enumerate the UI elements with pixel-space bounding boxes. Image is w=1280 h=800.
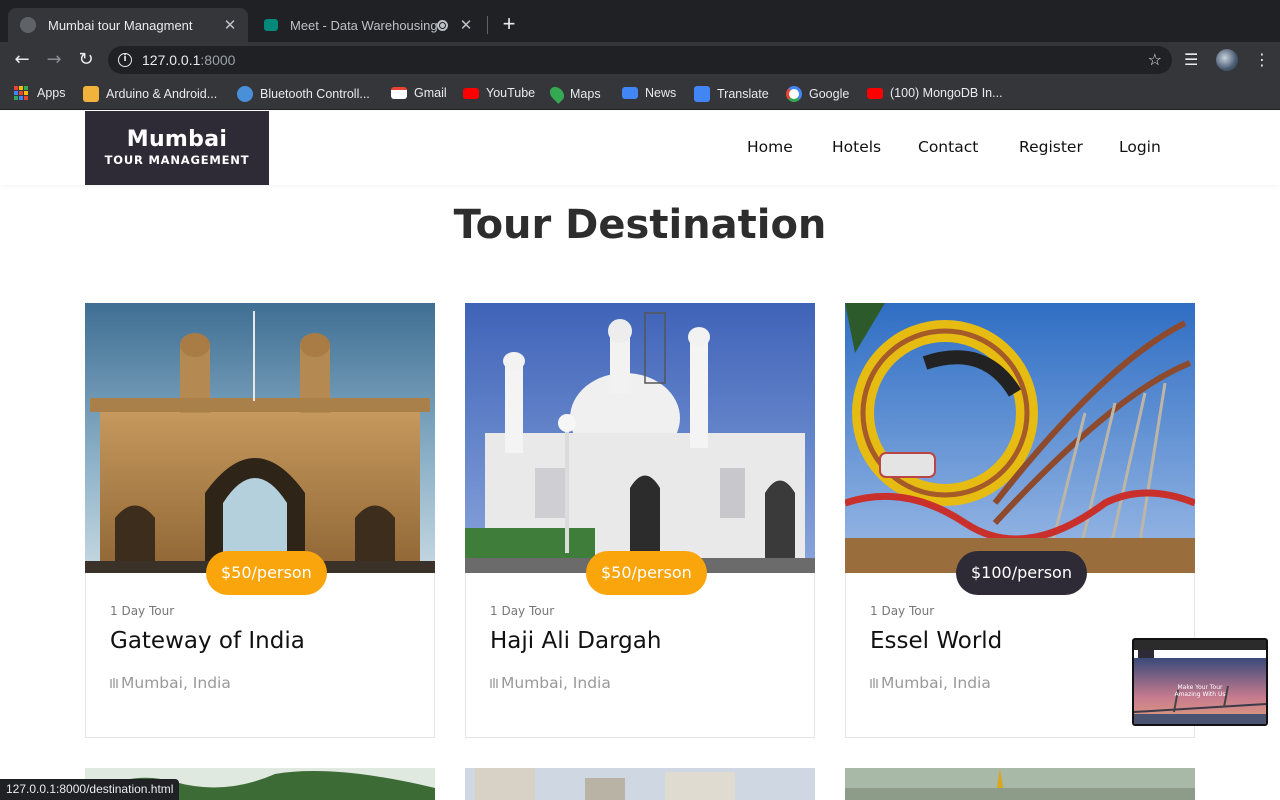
media-queue-icon[interactable]: ☰ bbox=[1184, 50, 1198, 70]
tab-meet[interactable]: Meet - Data Warehousing a ✕ bbox=[252, 8, 484, 42]
destination-location: Mumbai, India bbox=[490, 674, 611, 692]
bookmark-mongodb[interactable]: (100) MongoDB In... bbox=[867, 86, 1003, 100]
tab-mumbai-tour[interactable]: Mumbai tour Managment ✕ bbox=[8, 8, 248, 42]
maps-icon bbox=[547, 84, 567, 104]
youtube-icon bbox=[463, 87, 479, 99]
price-badge: $50/person bbox=[206, 551, 327, 595]
tab-title: Mumbai tour Managment bbox=[48, 17, 193, 33]
destination-card-haji-ali[interactable]: $50/person 1 Day Tour Haji Ali Dargah Mu… bbox=[465, 303, 815, 738]
tour-duration: 1 Day Tour bbox=[870, 604, 935, 618]
nav-contact[interactable]: Contact bbox=[918, 138, 978, 156]
tab-title: Meet - Data Warehousing a bbox=[290, 17, 437, 33]
back-button[interactable]: ← bbox=[10, 48, 34, 72]
nav-home[interactable]: Home bbox=[747, 138, 793, 156]
site-info-icon[interactable]: i bbox=[118, 53, 132, 67]
forward-button[interactable]: → bbox=[42, 48, 66, 72]
youtube-icon bbox=[867, 87, 883, 99]
bookmark-translate[interactable]: Translate bbox=[694, 86, 769, 102]
destination-location: Mumbai, India bbox=[110, 674, 231, 692]
bookmark-arduino[interactable]: Arduino & Android... bbox=[83, 86, 217, 102]
browser-tab-bar: Mumbai tour Managment ✕ Meet - Data Ware… bbox=[0, 0, 1280, 42]
bookmark-maps[interactable]: Maps bbox=[547, 84, 601, 104]
meet-icon bbox=[264, 19, 278, 31]
bookmark-gmail[interactable]: Gmail bbox=[391, 86, 447, 100]
nav-hotels[interactable]: Hotels bbox=[832, 138, 881, 156]
recording-icon bbox=[437, 19, 448, 31]
destination-name[interactable]: Haji Ali Dargah bbox=[490, 628, 661, 654]
picture-in-picture-preview[interactable]: Make Your Tour Amazing With Us bbox=[1132, 638, 1268, 726]
tab-separator bbox=[487, 16, 488, 34]
arduino-icon bbox=[83, 86, 99, 102]
profile-avatar[interactable] bbox=[1216, 49, 1238, 71]
site-logo[interactable]: Mumbai TOUR MANAGEMENT bbox=[85, 111, 269, 185]
close-tab-icon[interactable]: ✕ bbox=[456, 16, 476, 34]
pip-caption: Make Your Tour Amazing With Us bbox=[1174, 684, 1226, 698]
price-badge: $50/person bbox=[586, 551, 707, 595]
address-bar[interactable]: i 127.0.0.1:8000 ☆ bbox=[108, 46, 1172, 74]
browser-menu-icon[interactable]: ⋮ bbox=[1254, 50, 1270, 70]
logo-title: Mumbai bbox=[126, 127, 228, 152]
essel-world-photo bbox=[845, 303, 1195, 573]
gateway-of-india-photo bbox=[85, 303, 435, 573]
browser-toolbar: ← → ↻ i 127.0.0.1:8000 ☆ ☰ bbox=[0, 42, 1280, 78]
map-pin-icon bbox=[110, 678, 118, 688]
destination-card-gateway[interactable]: $50/person 1 Day Tour Gateway of India M… bbox=[85, 303, 435, 738]
apps-grid-icon bbox=[14, 86, 28, 100]
bookmark-youtube[interactable]: YouTube bbox=[463, 86, 535, 100]
globe-icon bbox=[237, 86, 253, 102]
map-pin-icon bbox=[870, 678, 878, 688]
bookmark-bluetooth[interactable]: Bluetooth Controll... bbox=[237, 86, 370, 102]
status-bar-url: 127.0.0.1:8000/destination.html bbox=[0, 779, 180, 800]
haji-ali-dargah-photo bbox=[465, 303, 815, 573]
bookmark-star-icon[interactable]: ☆ bbox=[1148, 50, 1162, 69]
close-tab-icon[interactable]: ✕ bbox=[220, 16, 240, 34]
price-badge: $100/person bbox=[956, 551, 1087, 595]
map-pin-icon bbox=[490, 678, 498, 688]
destination-name[interactable]: Essel World bbox=[870, 628, 1002, 654]
destination-card-row2-3[interactable] bbox=[845, 768, 1195, 800]
bookmark-apps[interactable]: Apps bbox=[14, 86, 66, 100]
destination-name[interactable]: Gateway of India bbox=[110, 628, 305, 654]
destination-location: Mumbai, India bbox=[870, 674, 991, 692]
bookmark-news[interactable]: News bbox=[622, 86, 676, 100]
tour-duration: 1 Day Tour bbox=[490, 604, 555, 618]
destination-card-row2-2[interactable] bbox=[465, 768, 815, 800]
nav-register[interactable]: Register bbox=[1019, 138, 1083, 156]
globe-icon bbox=[20, 17, 36, 33]
tour-duration: 1 Day Tour bbox=[110, 604, 175, 618]
gmail-icon bbox=[391, 87, 407, 99]
new-tab-button[interactable]: + bbox=[498, 12, 520, 36]
page-title: Tour Destination bbox=[453, 202, 827, 248]
google-icon bbox=[786, 86, 802, 102]
url-text[interactable]: 127.0.0.1:8000 bbox=[142, 52, 235, 68]
bookmark-google[interactable]: Google bbox=[786, 86, 849, 102]
nav-login[interactable]: Login bbox=[1119, 138, 1161, 156]
reload-button[interactable]: ↻ bbox=[74, 48, 98, 72]
translate-icon bbox=[694, 86, 710, 102]
bookmarks-bar: Apps Arduino & Android... Bluetooth Cont… bbox=[0, 78, 1280, 110]
news-icon bbox=[622, 87, 638, 99]
logo-subtitle: TOUR MANAGEMENT bbox=[104, 153, 250, 167]
